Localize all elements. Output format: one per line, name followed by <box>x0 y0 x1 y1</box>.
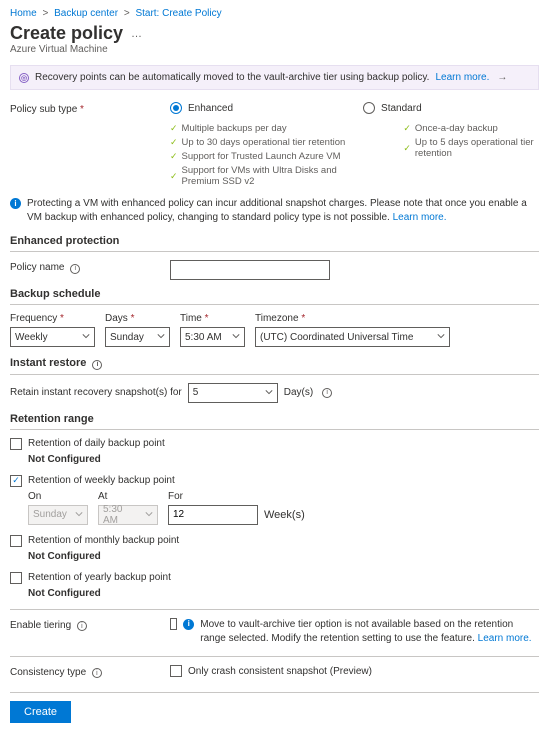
days-select[interactable]: Sunday <box>105 327 170 347</box>
create-button[interactable]: Create <box>10 701 71 723</box>
consistency-checkbox[interactable] <box>170 665 182 677</box>
tiering-note: Move to vault-archive tier option is not… <box>200 619 513 644</box>
consistency-option: Only crash consistent snapshot (Preview) <box>188 666 372 677</box>
monthly-retention-label: Retention of monthly backup point <box>28 535 179 546</box>
consistency-label: Consistency type i <box>10 665 170 679</box>
yearly-retention-status: Not Configured <box>28 588 539 599</box>
time-select[interactable]: 5:30 AM <box>180 327 245 347</box>
enhanced-policy-info: i Protecting a VM with enhanced policy c… <box>10 197 539 225</box>
daily-retention-label: Retention of daily backup point <box>28 438 165 449</box>
instant-restore-label: Retain instant recovery snapshot(s) for <box>10 387 182 398</box>
chevron-down-icon <box>145 510 153 521</box>
days-label: Days * <box>105 313 170 324</box>
retention-range-heading: Retention range <box>10 413 539 425</box>
weekly-retention-checkbox[interactable] <box>10 475 22 487</box>
weekly-for-unit: Week(s) <box>264 509 305 521</box>
instant-restore-heading: Instant restore i <box>10 357 539 370</box>
daily-retention-checkbox[interactable] <box>10 438 22 450</box>
weekly-retention-label: Retention of weekly backup point <box>28 475 175 486</box>
enable-tiering-label: Enable tiering i <box>10 618 170 632</box>
banner-learn-more-link[interactable]: Learn more. <box>435 72 489 83</box>
banner-text: Recovery points can be automatically mov… <box>35 72 429 83</box>
time-label: Time * <box>180 313 245 324</box>
enhanced-protection-heading: Enhanced protection <box>10 235 539 247</box>
chevron-down-icon <box>265 388 273 399</box>
radio-icon <box>363 102 375 114</box>
radio-icon <box>170 102 182 114</box>
archive-tier-banner: ◎ Recovery points can be automatically m… <box>10 65 539 90</box>
yearly-retention-label: Retention of yearly backup point <box>28 572 171 583</box>
enhanced-features: ✓Multiple backups per day ✓Up to 30 days… <box>170 123 363 187</box>
chevron-down-icon <box>75 510 83 521</box>
info-icon: i <box>183 619 194 630</box>
monthly-retention-status: Not Configured <box>28 551 539 562</box>
weekly-for-input[interactable] <box>168 505 258 525</box>
breadcrumb-home[interactable]: Home <box>10 8 37 19</box>
help-icon[interactable]: i <box>92 360 102 370</box>
info-learn-more-link[interactable]: Learn more. <box>393 212 447 223</box>
chevron-right-icon: > <box>42 8 48 19</box>
daily-retention-status: Not Configured <box>28 454 539 465</box>
check-icon: ✓ <box>170 137 178 148</box>
page-subtitle: Azure Virtual Machine <box>10 44 539 55</box>
radio-standard-label: Standard <box>381 103 422 114</box>
chevron-down-icon <box>437 332 445 343</box>
instant-restore-unit: Day(s) <box>284 387 313 398</box>
monthly-retention-checkbox[interactable] <box>10 535 22 547</box>
radio-enhanced[interactable]: Enhanced <box>170 102 233 114</box>
check-icon: ✓ <box>170 123 178 134</box>
help-icon[interactable]: i <box>322 388 332 398</box>
arrow-right-icon: → <box>497 72 507 83</box>
policy-name-label: Policy name i <box>10 260 170 274</box>
backup-schedule-heading: Backup schedule <box>10 288 539 300</box>
help-icon[interactable]: i <box>92 668 102 678</box>
standard-features: ✓Once-a-day backup ✓Up to 5 days operati… <box>403 123 539 187</box>
info-icon: i <box>10 198 21 209</box>
chevron-right-icon: > <box>124 8 130 19</box>
chevron-down-icon <box>232 332 240 343</box>
policy-name-input[interactable] <box>170 260 330 280</box>
chevron-down-icon <box>82 332 90 343</box>
weekly-on-label: On <box>28 491 88 502</box>
instant-restore-days-select[interactable]: 5 <box>188 383 278 403</box>
breadcrumb-create-policy[interactable]: Start: Create Policy <box>135 8 221 19</box>
timezone-label: Timezone * <box>255 313 450 324</box>
radio-enhanced-label: Enhanced <box>188 103 233 114</box>
check-icon: ✓ <box>170 151 178 162</box>
check-icon: ✓ <box>403 123 411 134</box>
check-icon: ✓ <box>170 171 178 182</box>
breadcrumb: Home > Backup center > Start: Create Pol… <box>10 8 539 19</box>
target-icon: ◎ <box>19 73 29 83</box>
yearly-retention-checkbox[interactable] <box>10 572 22 584</box>
more-icon[interactable]: … <box>131 28 144 40</box>
breadcrumb-backup-center[interactable]: Backup center <box>54 8 118 19</box>
weekly-at-label: At <box>98 491 158 502</box>
info-text: Protecting a VM with enhanced policy can… <box>27 198 527 223</box>
enable-tiering-checkbox[interactable] <box>170 618 177 630</box>
weekly-at-select: 5:30 AM <box>98 505 158 525</box>
page-title: Create policy <box>10 23 123 44</box>
chevron-down-icon <box>157 332 165 343</box>
tiering-learn-more-link[interactable]: Learn more. <box>478 633 532 644</box>
policy-subtype-label: Policy sub type * <box>10 102 170 115</box>
check-icon: ✓ <box>403 143 411 154</box>
help-icon[interactable]: i <box>70 264 80 274</box>
weekly-on-select: Sunday <box>28 505 88 525</box>
weekly-for-label: For <box>168 491 305 502</box>
frequency-select[interactable]: Weekly <box>10 327 95 347</box>
timezone-select[interactable]: (UTC) Coordinated Universal Time <box>255 327 450 347</box>
radio-standard[interactable]: Standard <box>363 102 422 114</box>
frequency-label: Frequency * <box>10 313 95 324</box>
